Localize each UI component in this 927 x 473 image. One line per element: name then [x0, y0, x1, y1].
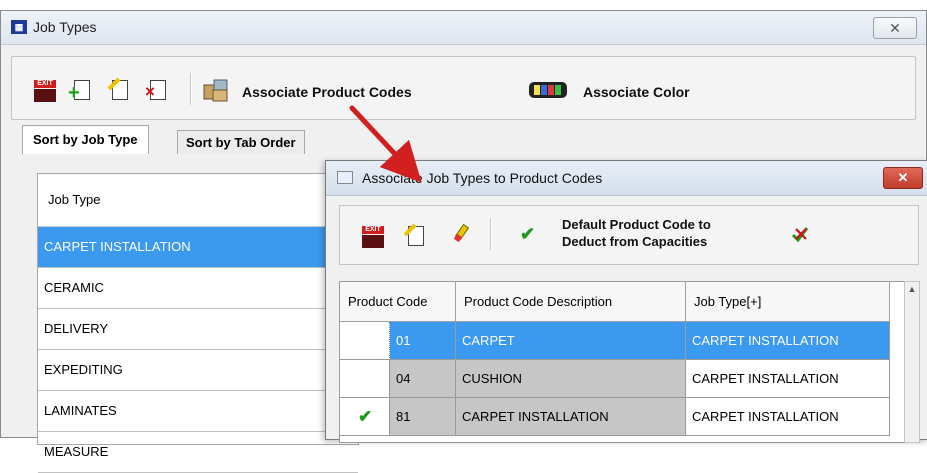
- top-cutoff-strip: [0, 0, 927, 10]
- dialog-clear-button[interactable]: [450, 223, 472, 246]
- toolbar-separator: [490, 218, 492, 250]
- main-toolbar: EXIT + × Associate Product Codes Associa…: [11, 56, 916, 120]
- default-product-code-label: Default Product Code to Deduct from Capa…: [562, 217, 711, 249]
- dialog-titlebar: Associate Job Types to Product Codes ✕: [326, 161, 927, 196]
- product-code-cell[interactable]: 04: [390, 360, 456, 398]
- column-header-description[interactable]: Product Code Description: [456, 282, 686, 322]
- add-job-type-button[interactable]: +: [68, 80, 96, 103]
- job-type-cell[interactable]: CARPET INSTALLATION: [686, 398, 890, 436]
- description-cell[interactable]: CARPET: [456, 322, 686, 360]
- description-cell[interactable]: CARPET INSTALLATION: [456, 398, 686, 436]
- associate-product-codes-label: Associate Product Codes: [242, 84, 412, 100]
- dialog-toolbar: EXIT ✔ Default Product Code to Deduct fr…: [339, 205, 919, 265]
- edit-job-type-button[interactable]: [107, 77, 134, 102]
- column-header-product-code[interactable]: Product Code: [340, 282, 456, 322]
- job-type-list: Job Type CARPET INSTALLATION CERAMIC DEL…: [37, 173, 359, 473]
- app-icon: ▦: [11, 20, 27, 34]
- associate-color-label: Associate Color: [583, 84, 690, 100]
- product-code-cell[interactable]: 81: [390, 398, 456, 436]
- add-document-icon: +: [68, 80, 90, 103]
- exit-icon-label: EXIT: [34, 80, 56, 88]
- associate-product-codes-button[interactable]: Associate Product Codes: [202, 79, 462, 102]
- list-item[interactable]: DELIVERY: [38, 309, 358, 350]
- product-code-grid: Product Code Product Code Description Jo…: [339, 281, 906, 443]
- set-default-button[interactable]: ✔: [520, 224, 542, 246]
- exit-icon: EXIT: [34, 80, 56, 102]
- default-check-icon[interactable]: ✔: [340, 398, 390, 436]
- dialog-close-button[interactable]: ✕: [883, 167, 923, 189]
- check-icon: ✔: [520, 224, 536, 244]
- dialog-title: Associate Job Types to Product Codes: [362, 170, 603, 186]
- tab-sort-by-job-type[interactable]: Sort by Job Type: [22, 125, 149, 154]
- list-item[interactable]: CERAMIC: [38, 268, 358, 309]
- product-code-cell[interactable]: 01: [390, 322, 456, 360]
- edit-document-icon: [107, 77, 128, 100]
- row-check-cell[interactable]: [340, 360, 390, 398]
- table-row[interactable]: ✔ 81 CARPET INSTALLATION CARPET INSTALLA…: [340, 398, 905, 436]
- color-palette-icon: [529, 82, 567, 98]
- tab-sort-by-tab-order[interactable]: Sort by Tab Order: [177, 130, 305, 154]
- exit-icon-label: EXIT: [362, 226, 384, 234]
- list-item[interactable]: MEASURE: [38, 432, 358, 473]
- exit-button[interactable]: EXIT: [34, 80, 56, 102]
- grid-scrollbar[interactable]: ▲: [904, 281, 920, 443]
- window-title: Job Types: [33, 19, 97, 35]
- toolbar-separator: [190, 73, 192, 105]
- delete-document-icon: ×: [145, 80, 166, 101]
- table-row[interactable]: 04 CUSHION CARPET INSTALLATION: [340, 360, 905, 398]
- list-item[interactable]: LAMINATES: [38, 391, 358, 432]
- clear-default-button[interactable]: [790, 224, 812, 246]
- job-type-cell[interactable]: CARPET INSTALLATION: [686, 322, 890, 360]
- boxes-icon: [203, 79, 228, 102]
- edit-document-icon: [403, 223, 424, 246]
- dialog-app-icon: [337, 171, 353, 184]
- eraser-icon: [453, 223, 470, 243]
- exit-icon: EXIT: [362, 226, 384, 248]
- check-x-icon: [791, 227, 809, 243]
- close-button[interactable]: ✕: [873, 17, 917, 39]
- dialog-edit-button[interactable]: [403, 223, 430, 248]
- column-header-job-type[interactable]: Job Type[+]: [686, 282, 890, 322]
- associate-color-button[interactable]: Associate Color: [528, 80, 728, 102]
- list-item[interactable]: CARPET INSTALLATION: [38, 227, 358, 268]
- dialog-exit-button[interactable]: EXIT: [362, 226, 384, 248]
- main-titlebar: ▦ Job Types ✕: [1, 11, 926, 45]
- list-item[interactable]: EXPEDITING: [38, 350, 358, 391]
- delete-job-type-button[interactable]: ×: [145, 80, 172, 102]
- job-type-column-header[interactable]: Job Type: [38, 174, 358, 227]
- table-row[interactable]: 01 CARPET CARPET INSTALLATION: [340, 322, 905, 360]
- job-type-cell[interactable]: CARPET INSTALLATION: [686, 360, 890, 398]
- row-check-cell[interactable]: [340, 322, 390, 360]
- description-cell[interactable]: CUSHION: [456, 360, 686, 398]
- associate-product-codes-dialog: Associate Job Types to Product Codes ✕ E…: [325, 160, 927, 443]
- scroll-up-icon[interactable]: ▲: [905, 282, 919, 296]
